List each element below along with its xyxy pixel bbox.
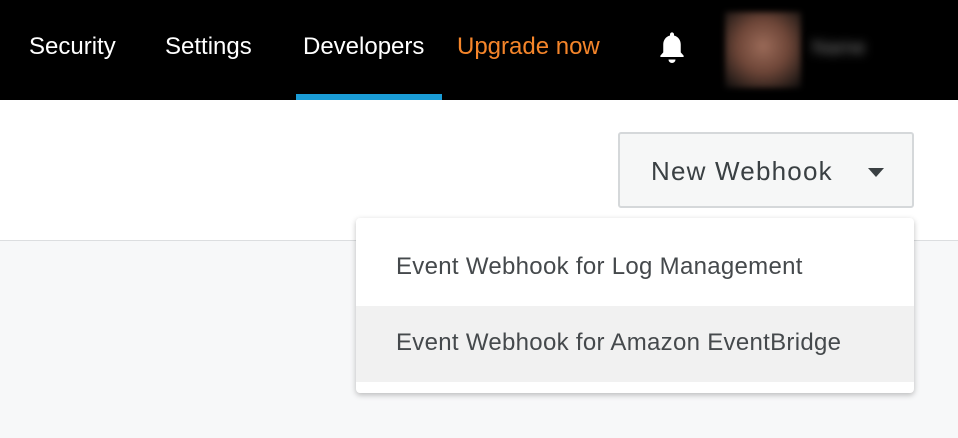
menu-item-label: Event Webhook for Log Management	[396, 253, 803, 280]
nav-item-security[interactable]: Security	[29, 31, 116, 63]
new-webhook-label: New Webhook	[651, 156, 833, 186]
bell-icon[interactable]	[657, 30, 687, 66]
menu-item-log-management[interactable]: Event Webhook for Log Management	[356, 230, 914, 306]
caret-down-icon	[868, 168, 884, 177]
nav-item-settings[interactable]: Settings	[165, 31, 252, 63]
nav-item-developers[interactable]: Developers	[303, 31, 424, 63]
new-webhook-button[interactable]: New Webhook	[618, 132, 914, 208]
new-webhook-dropdown-menu: Event Webhook for Log Management Event W…	[356, 218, 914, 393]
username[interactable]: Name	[812, 34, 892, 62]
avatar[interactable]	[725, 12, 801, 88]
menu-item-label: Event Webhook for Amazon EventBridge	[396, 329, 842, 356]
upgrade-now-link[interactable]: Upgrade now	[457, 31, 600, 63]
top-navigation-bar: Security Settings Developers Upgrade now…	[0, 0, 958, 100]
menu-item-amazon-eventbridge[interactable]: Event Webhook for Amazon EventBridge	[356, 306, 914, 382]
